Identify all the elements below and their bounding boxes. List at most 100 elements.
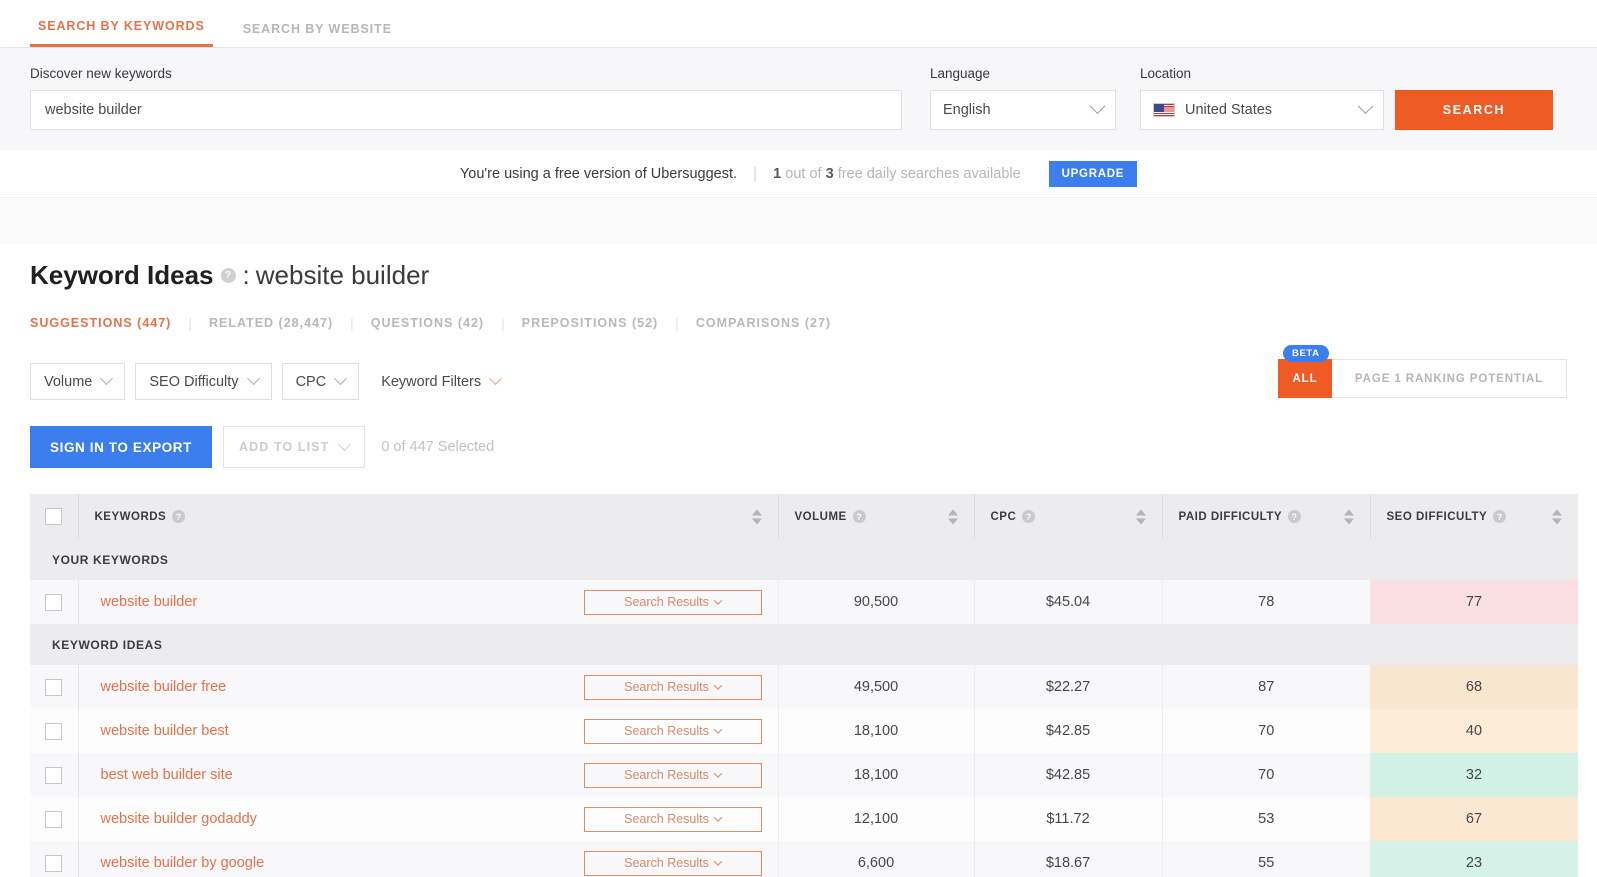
column-label-keywords: KEYWORDS <box>94 510 167 523</box>
table-row[interactable]: best web builder site Search Results 18,10… <box>30 753 1578 797</box>
keyword-cell: website builder best Search Results <box>78 709 778 753</box>
search-results-button[interactable]: Search Results <box>583 674 762 700</box>
filter-volume[interactable]: Volume <box>30 363 126 400</box>
keyword-filters-dropdown[interactable]: Keyword Filters <box>381 372 502 390</box>
row-select-cell <box>30 797 79 841</box>
row-checkbox[interactable] <box>45 593 63 611</box>
main-content: Keyword Ideas ? : website builder SUGGES… <box>0 244 1597 877</box>
sort-keywords-icon[interactable] <box>751 509 762 524</box>
search-results-button[interactable]: Search Results <box>583 718 762 744</box>
row-checkbox[interactable] <box>45 854 63 872</box>
search-results-button[interactable]: Search Results <box>583 850 762 876</box>
sort-asc-icon <box>947 509 958 515</box>
sign-in-to-export-button[interactable]: SIGN IN TO EXPORT <box>30 426 212 468</box>
search-results-label: Search Results <box>624 812 709 826</box>
sort-cpc-icon[interactable] <box>1135 509 1146 524</box>
location-field-block: Location United States <box>1116 66 1384 130</box>
sort-paid-difficulty-icon[interactable] <box>1343 509 1354 524</box>
upgrade-button[interactable]: UPGRADE <box>1048 160 1138 187</box>
row-select-cell <box>30 580 79 624</box>
table-header: KEYWORDS ? VOLUME ? CPC ? PAID DIFFICULT… <box>30 494 1578 539</box>
us-flag-icon <box>1153 103 1175 117</box>
table-row[interactable]: website builder godaddy Search Results 12,… <box>30 797 1578 841</box>
location-value: United States <box>1185 102 1273 118</box>
paid-difficulty-cell: 70 <box>1161 709 1370 753</box>
table-row[interactable]: website builder by google Search Results 6… <box>30 841 1578 877</box>
filter-cpc[interactable]: CPC <box>281 363 360 400</box>
chevron-down-icon <box>713 681 723 690</box>
chevron-down-icon <box>713 857 723 866</box>
help-icon[interactable]: ? <box>1022 510 1036 523</box>
cpc-cell: $45.04 <box>973 580 1162 624</box>
search-results-button[interactable]: Search Results <box>583 589 762 615</box>
segment-page1-ranking-potential[interactable]: PAGE 1 RANKING POTENTIAL <box>1332 359 1567 398</box>
keyword-link[interactable]: website builder godaddy <box>101 811 257 827</box>
sort-volume-icon[interactable] <box>947 509 958 524</box>
search-results-label: Search Results <box>624 768 709 782</box>
table-body: YOUR KEYWORDS website builder Search Resul… <box>30 539 1578 877</box>
keyword-link[interactable]: website builder by google <box>101 855 265 871</box>
seo-difficulty-cell: 68 <box>1370 665 1578 709</box>
column-header-volume[interactable]: VOLUME ? <box>778 494 975 539</box>
subtab-suggestions[interactable]: SUGGESTIONS (447) <box>30 316 171 330</box>
language-field-block: Language English <box>930 66 1116 130</box>
column-header-cpc[interactable]: CPC ? <box>974 494 1163 539</box>
beta-badge: BETA <box>1283 345 1329 362</box>
help-icon[interactable]: ? <box>1288 510 1302 523</box>
segment-all[interactable]: ALL <box>1278 359 1332 398</box>
column-header-seo-difficulty[interactable]: SEO DIFFICULTY ? <box>1370 494 1578 539</box>
add-to-list-label: ADD TO LIST <box>239 440 330 454</box>
search-input[interactable] <box>30 90 902 130</box>
chevron-down-icon <box>1357 97 1374 114</box>
keyword-link[interactable]: website builder best <box>101 723 229 739</box>
help-icon[interactable]: ? <box>1493 510 1507 523</box>
seo-difficulty-cell: 40 <box>1370 709 1578 753</box>
language-select[interactable]: English <box>930 90 1116 130</box>
filter-seo-difficulty[interactable]: SEO Difficulty <box>135 363 272 400</box>
top-tab-bar: SEARCH BY KEYWORDS SEARCH BY WEBSITE <box>0 0 1597 48</box>
help-icon[interactable]: ? <box>220 268 236 283</box>
sort-seo-difficulty-icon[interactable] <box>1552 509 1562 524</box>
cpc-cell: $11.72 <box>973 797 1162 841</box>
keyword-link[interactable]: website builder free <box>101 679 227 695</box>
row-checkbox[interactable] <box>45 810 63 828</box>
group-header-keyword-ideas: KEYWORD IDEAS <box>30 624 1578 665</box>
subtab-related[interactable]: RELATED (28,447) <box>209 316 333 330</box>
page-title: Keyword Ideas ? : website builder <box>30 244 1567 291</box>
cpc-cell: $42.85 <box>973 753 1162 797</box>
add-to-list-button[interactable]: ADD TO LIST <box>223 426 366 468</box>
subtab-prepositions[interactable]: PREPOSITIONS (52) <box>522 316 658 330</box>
row-checkbox[interactable] <box>45 766 63 784</box>
location-select[interactable]: United States <box>1140 90 1384 130</box>
keyword-field-label: Discover new keywords <box>30 66 172 81</box>
tab-search-by-keywords[interactable]: SEARCH BY KEYWORDS <box>30 19 213 47</box>
filter-seo-difficulty-label: SEO Difficulty <box>149 373 239 390</box>
keyword-link[interactable]: best web builder site <box>101 767 233 783</box>
table-row[interactable]: website builder best Search Results 18,100… <box>30 709 1578 753</box>
row-checkbox[interactable] <box>45 722 63 740</box>
column-header-paid-difficulty[interactable]: PAID DIFFICULTY ? <box>1162 494 1371 539</box>
select-all-checkbox[interactable] <box>45 508 63 525</box>
volume-cell: 6,600 <box>777 841 974 877</box>
search-results-button[interactable]: Search Results <box>583 806 762 832</box>
table-row[interactable]: website builder Search Results 90,500 $45.0… <box>30 580 1578 624</box>
group-header-your-keywords: YOUR KEYWORDS <box>30 539 1578 580</box>
table-row[interactable]: website builder free Search Results 49,500… <box>30 665 1578 709</box>
help-icon[interactable]: ? <box>852 510 866 523</box>
language-label: Language <box>930 66 991 81</box>
search-results-label: Search Results <box>624 856 709 870</box>
keyword-link[interactable]: website builder <box>101 594 198 610</box>
search-button[interactable]: SEARCH <box>1395 90 1553 130</box>
subtab-questions[interactable]: QUESTIONS (42) <box>371 316 484 330</box>
keyword-cell: best web builder site Search Results <box>78 753 778 797</box>
column-label-paid-difficulty: PAID DIFFICULTY <box>1178 510 1283 523</box>
search-results-button[interactable]: Search Results <box>583 762 762 788</box>
subtab-comparisons[interactable]: COMPARISONS (27) <box>696 316 831 330</box>
row-checkbox[interactable] <box>45 678 63 696</box>
tab-search-by-website[interactable]: SEARCH BY WEBSITE <box>235 22 400 47</box>
column-header-keywords[interactable]: KEYWORDS ? <box>78 494 779 539</box>
help-icon[interactable]: ? <box>172 510 186 523</box>
keyword-cell: website builder Search Results <box>78 580 778 624</box>
seo-difficulty-cell: 23 <box>1370 841 1578 877</box>
select-all-header <box>30 494 79 539</box>
